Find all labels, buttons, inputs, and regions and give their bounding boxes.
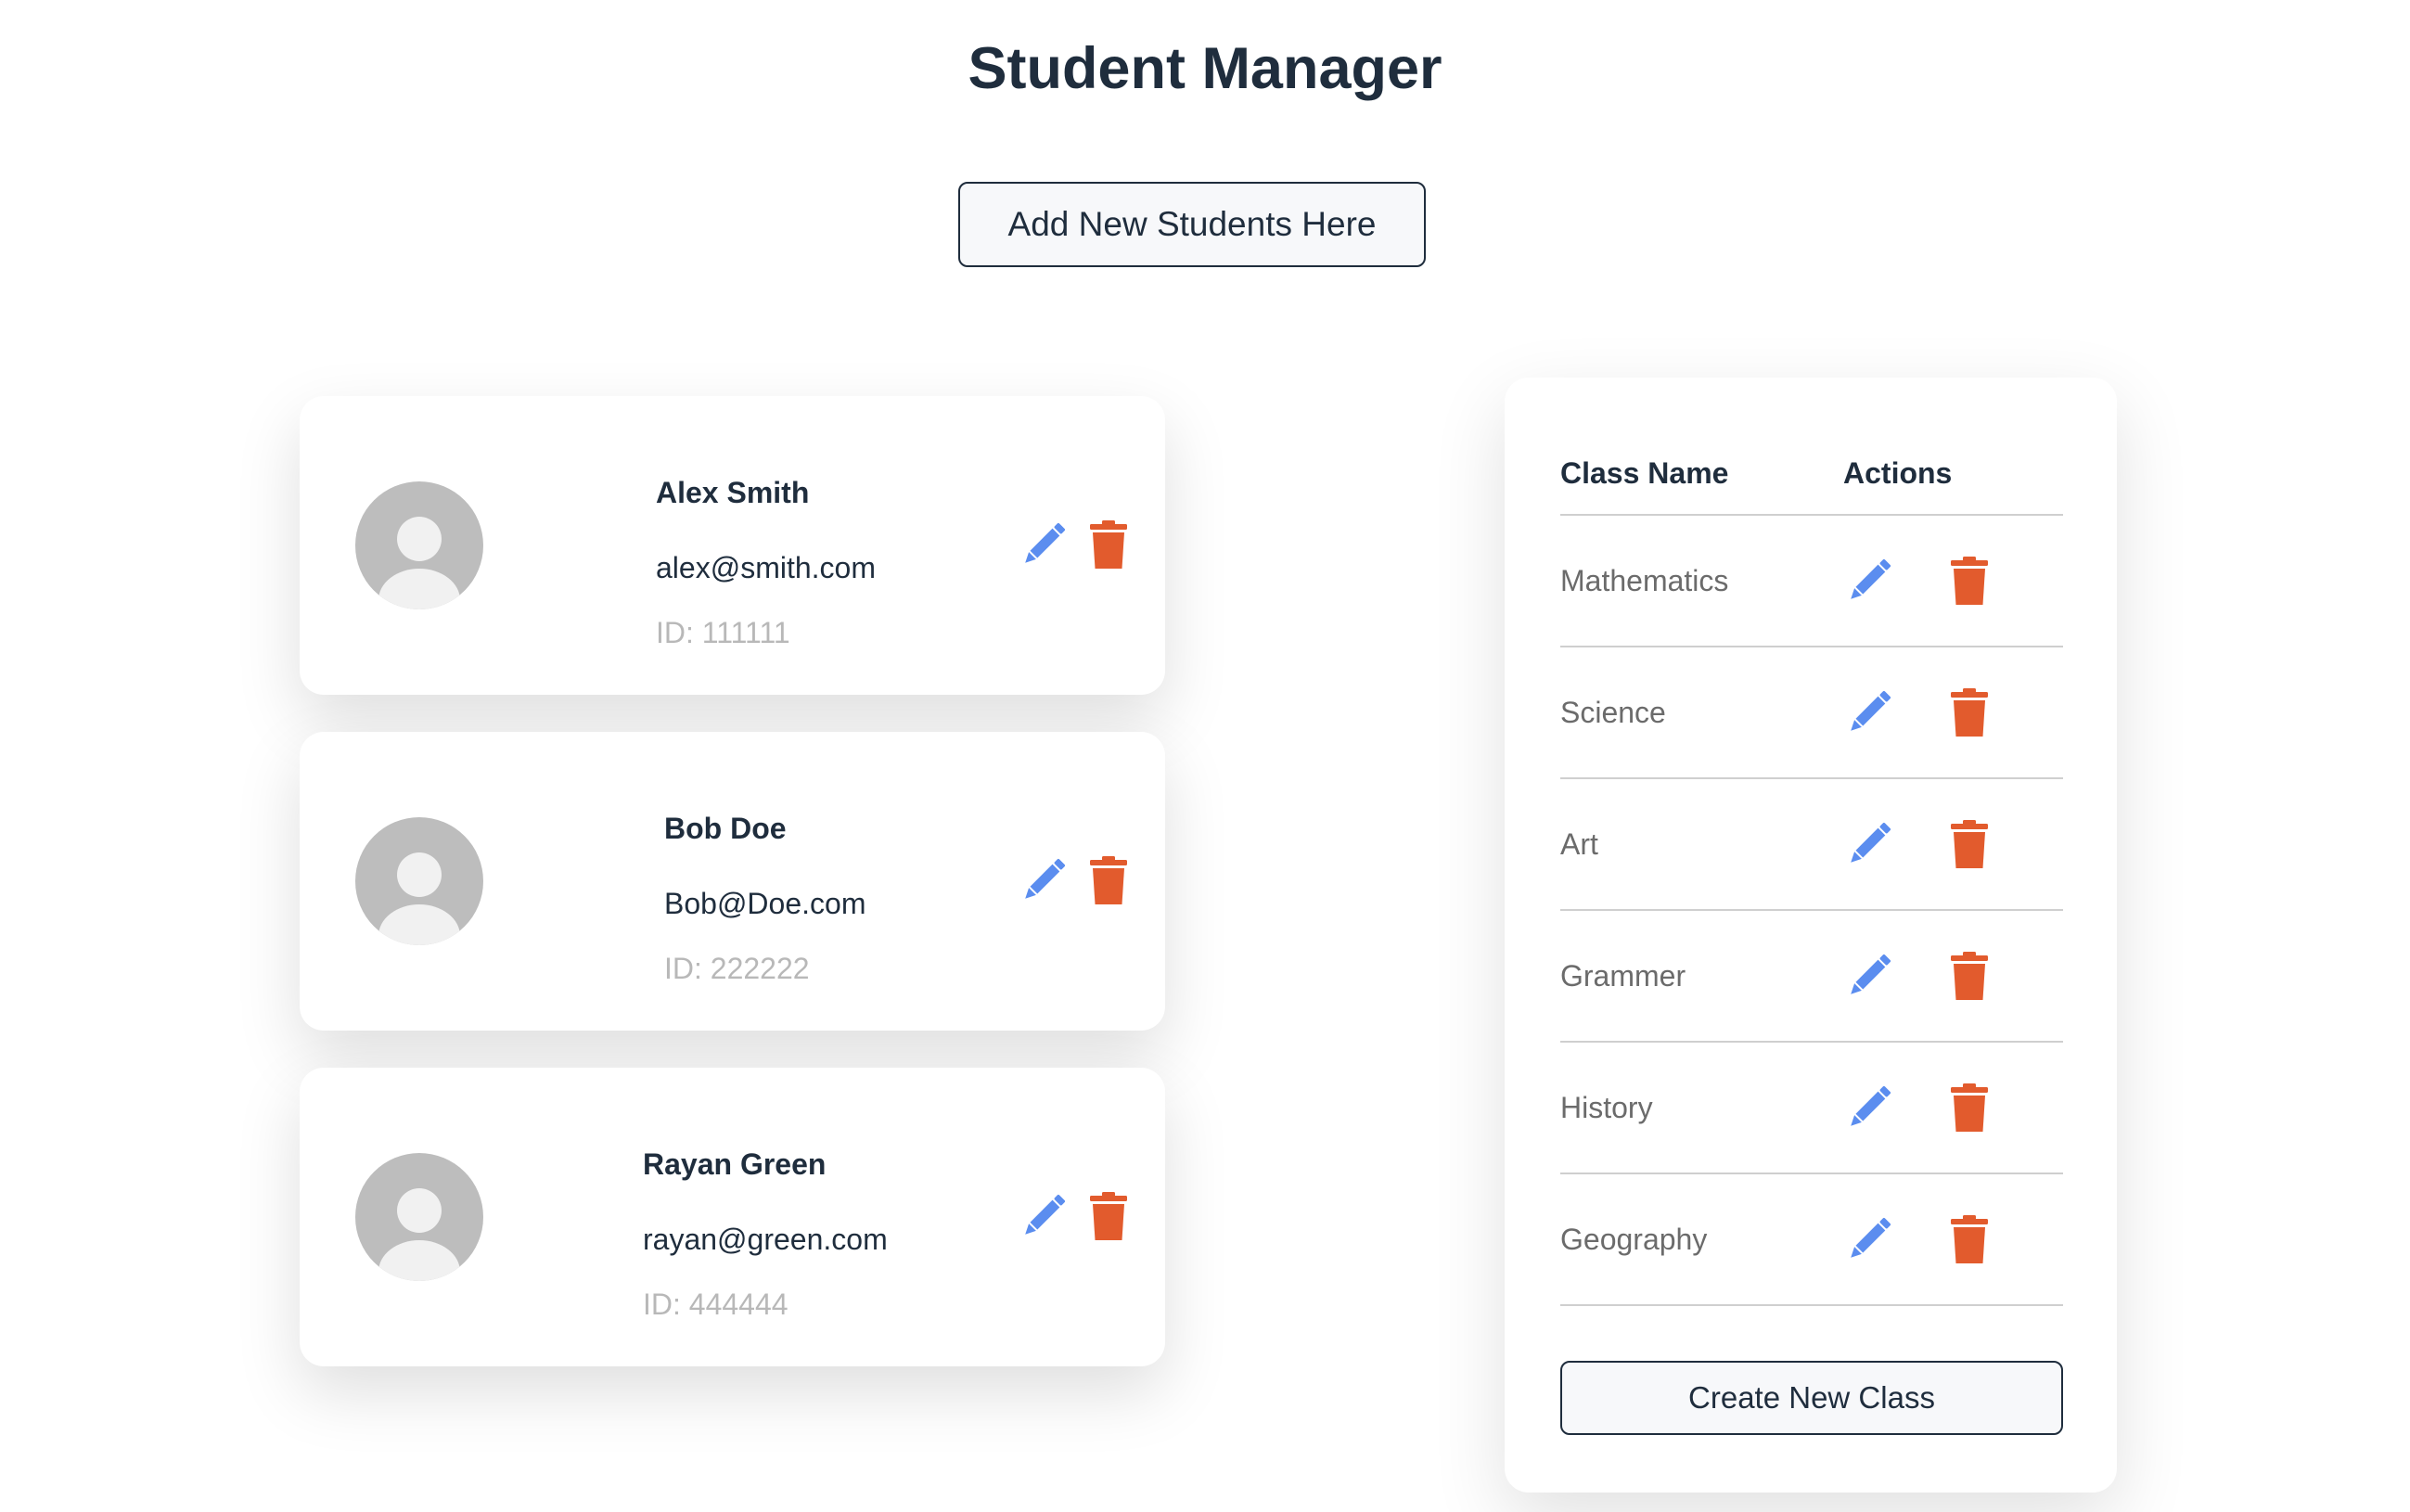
pencil-icon[interactable] [1841,1080,1897,1135]
classes-table: Class Name Actions Mathematics Science A… [1560,433,2063,1306]
class-name: Art [1560,826,1598,861]
add-new-students-button[interactable]: Add New Students Here [958,182,1426,267]
trash-icon[interactable] [1942,1080,1997,1135]
table-row: History [1560,1043,2063,1174]
class-actions [1841,1211,1997,1267]
class-name: Science [1560,695,1666,729]
pencil-icon[interactable] [1016,1188,1071,1244]
class-name: Grammer [1560,958,1686,993]
table-header: Class Name Actions [1560,433,2063,516]
student-card: Bob Doe Bob@Doe.com ID: 222222 [300,732,1165,1031]
class-actions [1841,685,1997,740]
user-avatar-icon [355,817,483,945]
table-row: Science [1560,647,2063,779]
user-avatar-icon [355,1153,483,1281]
trash-icon[interactable] [1942,948,1997,1004]
class-name: History [1560,1090,1653,1124]
student-email: Bob@Doe.com [664,887,866,920]
student-email: alex@smith.com [656,551,876,584]
table-row: Mathematics [1560,516,2063,647]
create-new-class-button[interactable]: Create New Class [1560,1361,2063,1435]
pencil-icon[interactable] [1841,553,1897,609]
column-header-class-name: Class Name [1560,456,1729,490]
student-actions [1016,1188,1136,1244]
student-id: ID: 444444 [643,1288,788,1321]
class-actions [1841,1080,1997,1135]
class-actions [1841,553,1997,609]
student-list: Alex Smith alex@smith.com ID: 111111 Bob… [300,396,1165,1403]
pencil-icon[interactable] [1841,816,1897,872]
column-header-actions: Actions [1843,456,1953,490]
student-info: Bob Doe Bob@Doe.com ID: 222222 [664,810,865,987]
student-email: rayan@green.com [643,1223,888,1256]
student-actions [1016,852,1136,908]
table-row: Art [1560,779,2063,911]
trash-icon[interactable] [1081,852,1136,908]
trash-icon[interactable] [1081,517,1136,572]
student-name: Bob Doe [664,812,787,845]
page-title: Student Manager [968,36,1442,101]
table-row: Grammer [1560,911,2063,1043]
pencil-icon[interactable] [1841,948,1897,1004]
class-actions [1841,948,1997,1004]
pencil-icon[interactable] [1016,852,1071,908]
class-name: Geography [1560,1222,1708,1256]
table-row: Geography [1560,1174,2063,1306]
class-actions [1841,816,1997,872]
user-avatar-icon [355,481,483,609]
trash-icon[interactable] [1942,1211,1997,1267]
class-name: Mathematics [1560,563,1729,597]
student-card: Rayan Green rayan@green.com ID: 444444 [300,1068,1165,1366]
pencil-icon[interactable] [1841,1211,1897,1267]
pencil-icon[interactable] [1841,685,1897,740]
student-id: ID: 111111 [656,616,790,649]
classes-panel: Class Name Actions Mathematics Science A… [1505,378,2117,1493]
pencil-icon[interactable] [1016,517,1071,572]
trash-icon[interactable] [1942,816,1997,872]
trash-icon[interactable] [1942,685,1997,740]
student-id: ID: 222222 [664,952,810,985]
student-name: Alex Smith [656,476,810,509]
student-actions [1016,517,1136,572]
student-name: Rayan Green [643,1147,827,1181]
student-info: Alex Smith alex@smith.com ID: 111111 [656,474,876,651]
student-card: Alex Smith alex@smith.com ID: 111111 [300,396,1165,695]
student-info: Rayan Green rayan@green.com ID: 444444 [643,1146,888,1323]
trash-icon[interactable] [1942,553,1997,609]
trash-icon[interactable] [1081,1188,1136,1244]
